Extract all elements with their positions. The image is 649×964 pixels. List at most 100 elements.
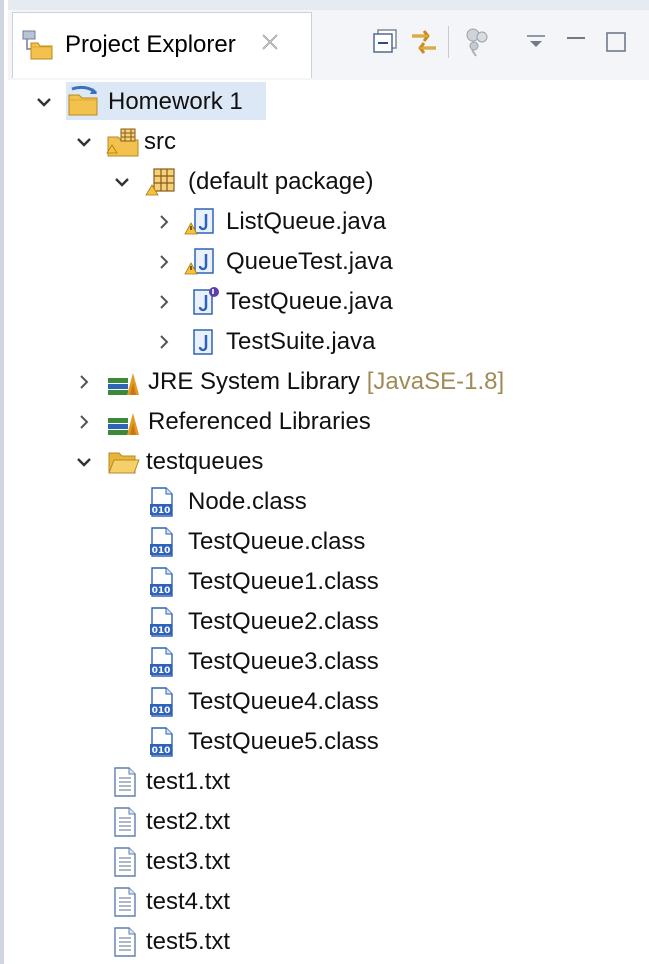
java-test-file-icon [193, 287, 219, 315]
source-folder-icon [106, 128, 139, 157]
java-file-warning-icon [184, 208, 214, 235]
link-with-editor-icon[interactable] [406, 24, 442, 60]
tree-item-text-file[interactable]: test5.txt [8, 922, 648, 962]
tree-item-homework-1[interactable]: Homework 1 [8, 82, 648, 122]
tree-item-label: (default package) [188, 168, 374, 195]
tree-item-referenced-libraries[interactable]: Referenced Libraries [8, 402, 648, 442]
package-icon [145, 168, 175, 196]
class-file-icon: 010 [150, 567, 173, 597]
text-file-icon [114, 807, 136, 837]
chevron-right-icon[interactable] [154, 292, 174, 312]
text-file-icon [114, 847, 136, 877]
svg-text:010: 010 [152, 506, 171, 516]
tree-item-label: TestQueue2.class [188, 608, 379, 635]
text-file-icon [114, 927, 136, 957]
text-file-icon [114, 887, 136, 917]
chevron-right-icon[interactable] [154, 212, 174, 232]
tab-project-explorer[interactable]: Project Explorer [12, 12, 312, 78]
library-icon [108, 413, 139, 435]
tab-bar-border [8, 0, 649, 10]
chevron-right-icon[interactable] [154, 332, 174, 352]
chevron-right-icon[interactable] [74, 372, 94, 392]
tree-item-label: src [144, 128, 176, 155]
chevron-down-icon[interactable] [34, 92, 54, 112]
tree-item-class-file[interactable]: 010 Node.class [8, 482, 648, 522]
tree-item-text-file[interactable]: test1.txt [8, 762, 648, 802]
filters-icon[interactable] [460, 24, 496, 60]
tree-item-java-file[interactable]: QueueTest.java [8, 242, 648, 282]
view-tab-bar: Project Explorer [8, 0, 649, 80]
project-explorer-icon [22, 30, 53, 60]
java-file-warning-icon [184, 248, 214, 275]
tree-item-label: test3.txt [146, 848, 231, 875]
chevron-down-icon[interactable] [74, 452, 94, 472]
tree-item-label: TestQueue.java [226, 288, 393, 315]
tree-item-jre-system-library[interactable]: JRE System Library [JavaSE-1.8] [8, 362, 648, 402]
tree-item-label: Homework 1 [108, 88, 243, 115]
chevron-down-icon[interactable] [74, 132, 94, 152]
svg-text:010: 010 [152, 626, 171, 636]
tree-item-class-file[interactable]: 010 TestQueue2.class [8, 602, 648, 642]
project-tree: Homework 1 src (default package) ListQue… [8, 80, 649, 964]
tree-item-label: QueueTest.java [226, 248, 393, 275]
tree-item-text-file[interactable]: test3.txt [8, 842, 648, 882]
tree-item-label: TestQueue5.class [188, 728, 379, 755]
class-file-icon: 010 [150, 727, 173, 757]
tree-item-class-file[interactable]: 010 TestQueue.class [8, 522, 648, 562]
maximize-icon[interactable] [598, 24, 634, 60]
java-file-icon [193, 329, 213, 355]
svg-text:010: 010 [152, 746, 171, 756]
svg-text:010: 010 [152, 586, 171, 596]
chevron-down-icon[interactable] [112, 172, 132, 192]
class-file-icon: 010 [150, 607, 173, 637]
svg-text:010: 010 [152, 666, 171, 676]
library-icon [108, 373, 139, 395]
tree-item-java-file[interactable]: TestSuite.java [8, 322, 648, 362]
java-project-icon [68, 85, 98, 116]
tree-item-class-file[interactable]: 010 TestQueue4.class [8, 682, 648, 722]
tree-item-class-file[interactable]: 010 TestQueue5.class [8, 722, 648, 762]
tree-item-label: TestQueue4.class [188, 688, 379, 715]
tree-item-java-file[interactable]: ListQueue.java [8, 202, 648, 242]
tree-item-label: testqueues [146, 448, 264, 475]
tree-item-text-file[interactable]: test4.txt [8, 882, 648, 922]
open-folder-icon [108, 452, 140, 474]
collapse-all-icon[interactable] [368, 24, 404, 60]
tree-item-class-file[interactable]: 010 TestQueue1.class [8, 562, 648, 602]
svg-text:010: 010 [152, 706, 171, 716]
library-decoration: [JavaSE-1.8] [366, 368, 505, 395]
tree-item-class-file[interactable]: 010 TestQueue3.class [8, 642, 648, 682]
tab-label: Project Explorer [65, 31, 236, 58]
chevron-right-icon[interactable] [154, 252, 174, 272]
tree-item-label: Node.class [188, 488, 307, 515]
chevron-right-icon[interactable] [74, 412, 94, 432]
text-file-icon [114, 767, 136, 797]
tree-item-label: JRE System Library [JavaSE-1.8] [148, 368, 504, 396]
class-file-icon: 010 [150, 687, 173, 717]
class-file-icon: 010 [150, 527, 173, 557]
project-explorer-view: Project Explorer Homework 1 src (default… [0, 0, 649, 964]
close-icon[interactable] [259, 31, 281, 53]
tree-item-java-file[interactable]: TestQueue.java [8, 282, 648, 322]
tree-item-label: Referenced Libraries [148, 408, 371, 435]
tree-item-label: TestQueue3.class [188, 648, 379, 675]
tree-item-label: ListQueue.java [226, 208, 387, 235]
tree-item-label: TestQueue.class [188, 528, 366, 555]
tree-item-default-package[interactable]: (default package) [8, 162, 648, 202]
tree-item-testqueues[interactable]: testqueues [8, 442, 648, 482]
svg-text:010: 010 [152, 546, 171, 556]
library-name: JRE System Library [148, 368, 361, 395]
tree-item-label: test5.txt [146, 928, 231, 955]
toolbar-separator [448, 26, 449, 58]
tree-item-text-file[interactable]: test2.txt [8, 802, 648, 842]
tree-item-label: test4.txt [146, 888, 231, 915]
tree-item-label: TestQueue1.class [188, 568, 379, 595]
tree-item-label: test2.txt [146, 808, 231, 835]
class-file-icon: 010 [150, 647, 173, 677]
view-menu-icon[interactable] [518, 24, 554, 60]
minimize-icon[interactable] [558, 24, 594, 60]
tree-item-label: TestSuite.java [226, 328, 376, 355]
tree-item-src[interactable]: src [8, 122, 648, 162]
tree-item-label: test1.txt [146, 768, 231, 795]
class-file-icon: 010 [150, 487, 173, 517]
